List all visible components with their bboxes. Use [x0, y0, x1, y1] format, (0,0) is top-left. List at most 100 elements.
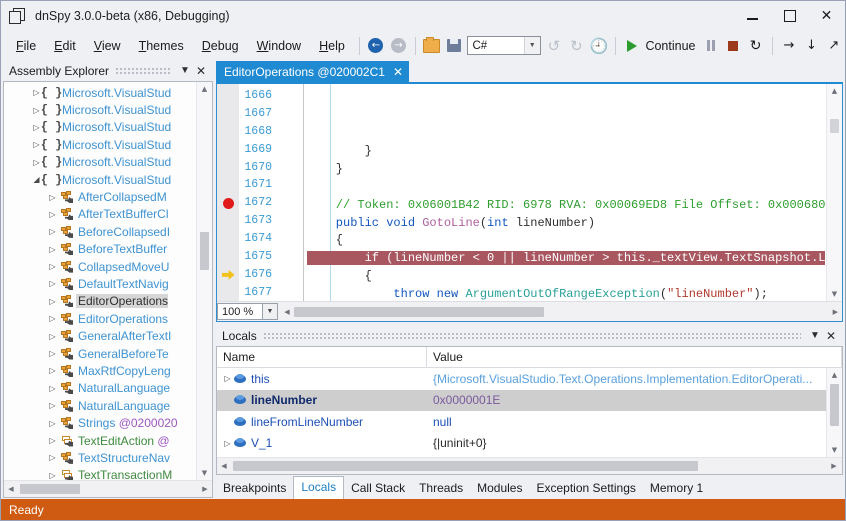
- editor-vertical-scrollbar[interactable]: ▲ ▼: [826, 84, 842, 301]
- tree-node[interactable]: ▷ DefaultTextNavig: [4, 275, 196, 292]
- code-line[interactable]: {: [275, 232, 826, 250]
- gutter-slot[interactable]: [217, 212, 239, 230]
- code-line[interactable]: throw new ArgumentOutOfRangeException("l…: [275, 286, 826, 301]
- clear-history-button[interactable]: 🕘: [588, 34, 610, 57]
- gutter-slot[interactable]: [217, 159, 239, 177]
- chevron-right-icon[interactable]: ▷: [46, 384, 59, 393]
- tree-node[interactable]: ▷{ } Microsoft.VisualStud: [4, 154, 196, 171]
- tree-node[interactable]: ▷{ } Microsoft.VisualStud: [4, 119, 196, 136]
- tree-horizontal-scrollbar[interactable]: ◀ ▶: [4, 480, 212, 497]
- zoom-dropdown-button[interactable]: ▼: [263, 303, 278, 320]
- tree-node[interactable]: ◢{ } Microsoft.VisualStud: [4, 171, 196, 188]
- chevron-right-icon[interactable]: ▷: [46, 453, 59, 462]
- tree-node[interactable]: ▷ CollapsedMoveU: [4, 258, 196, 275]
- zoom-level-display[interactable]: 100 %: [217, 303, 263, 320]
- chevron-right-icon[interactable]: ▷: [46, 366, 59, 375]
- tree-node[interactable]: ▷ TextStructureNav: [4, 449, 196, 466]
- locals-row[interactable]: ▷ V_1 {|uninit+0}: [217, 433, 826, 455]
- tree-node[interactable]: ▷ GeneralBeforeTe: [4, 345, 196, 362]
- locals-scroll-thumb[interactable]: [830, 384, 839, 426]
- tree-node[interactable]: ▷{ } Microsoft.VisualStud: [4, 101, 196, 118]
- stop-button[interactable]: [722, 34, 744, 57]
- chevron-right-icon[interactable]: ▷: [46, 401, 59, 410]
- continue-label[interactable]: Continue: [643, 39, 699, 53]
- code-line[interactable]: if (lineNumber < 0 || lineNumber > this.…: [275, 250, 826, 268]
- scroll-up-icon[interactable]: ▲: [202, 82, 207, 96]
- minimize-button[interactable]: [734, 1, 771, 31]
- menu-debug[interactable]: Debug: [193, 35, 248, 57]
- close-button[interactable]: ✕: [808, 1, 845, 31]
- chevron-right-icon[interactable]: ▷: [46, 297, 59, 306]
- step-over-button[interactable]: →: [778, 34, 800, 57]
- debug-tab-call-stack[interactable]: Call Stack: [344, 478, 412, 499]
- redo-button[interactable]: ↻: [565, 34, 587, 57]
- locals-value-cell[interactable]: {|uninit+0}: [427, 436, 826, 450]
- scroll-right-icon[interactable]: ▶: [833, 305, 838, 319]
- chevron-down-icon[interactable]: ▼: [177, 62, 193, 79]
- gutter-current-statement[interactable]: [217, 266, 239, 284]
- maximize-button[interactable]: [771, 1, 808, 31]
- tab-editoroperations[interactable]: EditorOperations @020002C1 ✕: [216, 61, 410, 82]
- locals-value-cell[interactable]: 0x0000001E: [427, 393, 826, 407]
- gutter-slot[interactable]: [217, 284, 239, 301]
- step-into-button[interactable]: ↓: [800, 34, 822, 57]
- locals-vertical-scrollbar[interactable]: ▲ ▼: [826, 368, 842, 457]
- restart-button[interactable]: ↻: [744, 34, 766, 57]
- chevron-right-icon[interactable]: ▷: [46, 262, 59, 271]
- column-header-name[interactable]: Name: [217, 347, 427, 367]
- editor-code-area[interactable]: } } // Token: 0x06001B42 RID: 6978 RVA: …: [275, 84, 826, 301]
- scroll-up-icon[interactable]: ▲: [832, 84, 837, 98]
- gutter-slot[interactable]: [217, 87, 239, 105]
- scroll-down-icon[interactable]: ▼: [202, 466, 207, 480]
- editor-hscroll-thumb[interactable]: [294, 306, 544, 317]
- gutter-slot[interactable]: [217, 105, 239, 123]
- chevron-right-icon[interactable]: ▷: [46, 349, 59, 358]
- chevron-right-icon[interactable]: ▷: [46, 436, 59, 445]
- locals-row[interactable]: lineFromLineNumber null: [217, 411, 826, 433]
- locals-row[interactable]: lineNumber 0x0000001E: [217, 389, 826, 411]
- code-line[interactable]: }: [275, 143, 826, 161]
- chevron-right-icon[interactable]: ▷: [46, 245, 59, 254]
- chevron-right-icon[interactable]: ▷: [46, 210, 59, 219]
- menu-edit[interactable]: Edit: [45, 35, 85, 57]
- tree-node[interactable]: ▷ BeforeCollapsedI: [4, 223, 196, 240]
- continue-button[interactable]: [621, 34, 643, 57]
- code-line[interactable]: {: [275, 268, 826, 286]
- forward-button[interactable]: →: [387, 34, 409, 57]
- scroll-left-icon[interactable]: ◀: [217, 459, 231, 473]
- assembly-tree[interactable]: ▷{ } Microsoft.VisualStud ▷{ } Microsoft.Vi…: [4, 82, 196, 480]
- chevron-down-icon[interactable]: ▼: [807, 327, 823, 344]
- debug-tab-threads[interactable]: Threads: [412, 478, 470, 499]
- panel-drag-grip[interactable]: [115, 67, 171, 74]
- menu-window[interactable]: Window: [248, 35, 310, 57]
- locals-value-cell[interactable]: {Microsoft.VisualStudio.Text.Operations.…: [427, 372, 826, 386]
- tree-node[interactable]: ▷ GeneralAfterTextI: [4, 327, 196, 344]
- scroll-left-icon[interactable]: ◀: [280, 305, 294, 319]
- save-button[interactable]: [443, 34, 465, 57]
- chevron-right-icon[interactable]: ▷: [221, 439, 234, 448]
- locals-hscroll-thumb[interactable]: [233, 461, 698, 471]
- close-icon[interactable]: ✕: [823, 327, 839, 344]
- gutter-slot[interactable]: [217, 123, 239, 141]
- tree-node[interactable]: ▷ AfterCollapsedM: [4, 188, 196, 205]
- chevron-right-icon[interactable]: ▷: [46, 332, 59, 341]
- scroll-down-icon[interactable]: ▼: [832, 443, 837, 457]
- chevron-right-icon[interactable]: ▷: [46, 193, 59, 202]
- tree-node[interactable]: ▷ MaxRtfCopyLeng: [4, 362, 196, 379]
- undo-button[interactable]: ↺: [543, 34, 565, 57]
- scroll-left-icon[interactable]: ◀: [4, 482, 18, 496]
- code-line[interactable]: }: [275, 161, 826, 179]
- menu-help[interactable]: Help: [310, 35, 354, 57]
- scroll-right-icon[interactable]: ▶: [826, 459, 842, 473]
- chevron-right-icon[interactable]: ▷: [46, 419, 59, 428]
- scroll-right-icon[interactable]: ▶: [198, 482, 212, 496]
- tree-node[interactable]: ▷ NaturalLanguage: [4, 380, 196, 397]
- chevron-right-icon[interactable]: ▷: [46, 279, 59, 288]
- debug-tab-locals[interactable]: Locals: [293, 476, 345, 499]
- step-out-button[interactable]: ↗: [823, 34, 845, 57]
- tree-node[interactable]: ▷ Strings @0200020: [4, 414, 196, 431]
- tree-node[interactable]: ▷ BeforeTextBuffer: [4, 241, 196, 258]
- chevron-right-icon[interactable]: ▷: [46, 314, 59, 323]
- tree-node[interactable]: ▷ TextTransactionM: [4, 467, 196, 480]
- tree-node[interactable]: ▷ AfterTextBufferCl: [4, 206, 196, 223]
